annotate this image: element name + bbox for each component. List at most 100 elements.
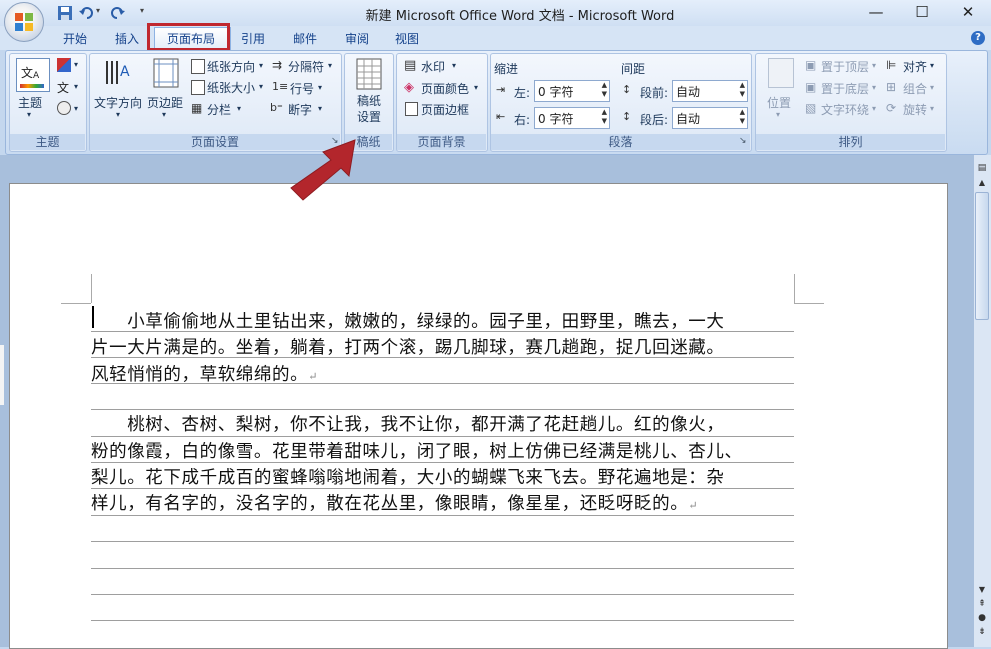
text-wrap-icon[interactable]: ▧ [805,101,816,115]
paragraph-mark: ↵ [308,370,319,383]
margins-icon[interactable] [153,58,179,88]
send-back-label[interactable]: 置于底层 [821,80,869,97]
ruled-line [91,436,794,437]
ruled-line [91,541,794,542]
paragraph-2-line-4-text: 样儿，有名字的，没名字的，散在花丛里，像眼睛，像星星，还眨呀眨的。 [91,494,689,514]
spacing-after-spinner[interactable]: 自动 ▲ ▼ [672,107,748,129]
save-icon[interactable] [56,4,74,22]
margin-mark [794,274,795,303]
tab-references[interactable]: 引用 [236,29,270,50]
ruled-line [91,409,794,410]
maximize-button[interactable]: ☐ [899,0,945,24]
draft-paper-icon[interactable] [356,58,382,90]
spacing-after-icon: ↕ [622,110,632,123]
orientation-label[interactable]: 纸张方向 [207,58,255,75]
paragraph-launcher-icon[interactable]: ↘ [739,136,747,146]
margin-mark [794,303,824,304]
paragraph-1-line-2: 片一大片满是的。坐着，躺着，打两个滚，踢几脚球，赛几趟跑，捉几回迷藏。 [91,338,725,358]
red-arrow-annotation [290,139,356,201]
ruler-toggle-icon[interactable]: ▤ [975,163,989,175]
columns-icon[interactable]: ▦ [191,101,202,115]
undo-dropdown-icon[interactable]: ▾ [96,6,100,15]
text-direction-label[interactable]: 文字方向 [94,94,142,111]
tab-view[interactable]: 视图 [390,29,424,50]
indent-header: 缩进 [494,62,519,76]
orientation-icon[interactable] [191,59,205,74]
text-wrap-label[interactable]: 文字环绕 [821,101,869,118]
svg-text:A: A [120,64,130,80]
effects-icon[interactable] [57,101,71,115]
indent-right-label: 右: [514,113,531,127]
fonts-icon[interactable]: 文 [57,79,69,96]
scroll-down-icon[interactable]: ▼ [975,585,989,597]
browse-object-icon[interactable]: ● [975,613,989,625]
customize-qat-icon[interactable]: ▾ [140,6,144,15]
watermark-label[interactable]: 水印 [421,58,445,75]
ruled-line [91,594,794,595]
paragraph-2-line-2: 粉的像霞，白的像雪。花里带着甜味儿，闭了眼，树上仿佛已经满是桃儿、杏儿、 [91,442,743,462]
theme-dropdown-icon[interactable]: ▾ [27,110,31,119]
next-page-icon[interactable]: ⇟ [975,627,989,639]
undo-icon[interactable] [78,4,96,22]
page-borders-label[interactable]: 页面边框 [421,101,469,118]
tab-home[interactable]: 开始 [58,29,92,50]
redo-icon[interactable] [108,4,126,22]
hyphenation-icon[interactable]: b⁼ [270,101,283,114]
themes-group-label: 主题 [10,134,85,150]
indent-right-spinner[interactable]: 0 字符 ▲ ▼ [534,107,610,129]
spacing-before-spinner[interactable]: 自动 ▲ ▼ [672,80,748,102]
colors-icon[interactable] [57,58,71,72]
minimize-button[interactable]: — [853,0,899,24]
theme-button-label[interactable]: 主题 [18,94,42,111]
size-icon[interactable] [191,80,205,95]
position-label[interactable]: 位置 [767,94,791,111]
indent-left-spinner[interactable]: 0 字符 ▲ ▼ [534,80,610,102]
tab-insert[interactable]: 插入 [110,29,144,50]
bring-front-icon[interactable]: ▣ [805,58,816,72]
page-borders-icon[interactable] [405,102,418,116]
indent-right-icon: ⇤ [496,110,506,123]
office-button[interactable] [4,2,44,42]
position-icon[interactable] [768,58,794,88]
paragraph-2-line-1: 桃树、杏树、梨树，你不让我，我不让你，都开满了花赶趟儿。红的像火， [91,415,725,435]
paragraph-group-label: 段落 [491,134,750,150]
rotate-label[interactable]: 旋转 [903,101,927,118]
close-button[interactable]: ✕ [945,0,991,24]
margin-mark [91,274,92,303]
previous-page-icon[interactable]: ⇞ [975,599,989,611]
scrollbar-thumb[interactable] [975,192,989,320]
paragraph-1-line-3-text: 风轻悄悄的，草软绵绵的。 [91,365,309,385]
tab-review[interactable]: 审阅 [340,29,374,50]
page-color-icon[interactable]: ◈ [404,80,414,95]
spacing-before-value: 自动 [676,85,701,99]
watermark-icon[interactable]: ▤ [404,58,416,73]
tab-mailings[interactable]: 邮件 [288,29,322,50]
bring-front-label[interactable]: 置于顶层 [821,58,869,75]
breaks-icon[interactable]: ⇉ [272,58,282,72]
margins-label[interactable]: 页边距 [147,94,183,111]
text-direction-icon[interactable]: A [103,58,133,88]
group-icon[interactable]: ⊞ [886,80,896,94]
scroll-up-icon[interactable]: ▲ [975,178,989,190]
theme-icon[interactable]: 文 A [16,58,50,92]
breaks-label[interactable]: 分隔符 [288,58,324,75]
page-color-label[interactable]: 页面颜色 [421,80,469,97]
page-background-group-label: 页面背景 [397,134,486,150]
rotate-icon[interactable]: ⟳ [886,101,896,115]
ruled-line [91,515,794,516]
indent-right-value: 0 字符 [538,112,574,126]
size-label[interactable]: 纸张大小 [207,79,255,96]
align-label[interactable]: 对齐 [903,58,927,75]
help-icon[interactable]: ? [971,31,985,45]
send-back-icon[interactable]: ▣ [805,80,816,94]
paragraph-2-line-4: 样儿，有名字的，没名字的，散在花丛里，像眼睛，像星星，还眨呀眨的。↵ [91,490,801,515]
spacing-after-value: 自动 [676,112,701,126]
line-numbers-icon[interactable]: 1≡ [272,80,288,93]
hyphenation-label[interactable]: 断字 [288,101,312,118]
group-label[interactable]: 组合 [903,80,927,97]
align-icon[interactable]: ⊫ [886,58,896,72]
line-numbers-label[interactable]: 行号 [290,80,314,97]
columns-label[interactable]: 分栏 [207,101,231,118]
draft-settings-label[interactable]: 稿纸设置 [356,93,382,125]
left-edge [0,345,4,405]
